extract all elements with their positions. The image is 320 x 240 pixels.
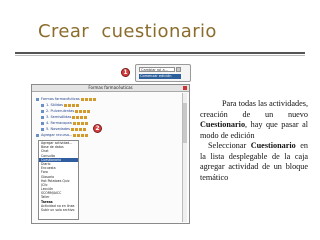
window-title: Formas farmacéuticas bbox=[32, 85, 189, 92]
close-icon[interactable] bbox=[183, 86, 187, 90]
edit-action-icon[interactable] bbox=[83, 109, 87, 113]
title-rule-shadow bbox=[15, 55, 305, 56]
tree-item-label: 3. Semisólidas bbox=[46, 115, 72, 119]
edit-action-icon[interactable] bbox=[71, 103, 75, 107]
slide: Crear cuestionario 1 Cambiar rol a... Co… bbox=[0, 0, 320, 240]
tree-item-label: 4. Farmacopea bbox=[46, 121, 72, 125]
add-activity-listbox[interactable]: Agregar actividad... Base de datos Chat Con… bbox=[38, 140, 79, 220]
title-rule bbox=[15, 52, 305, 54]
folder-icon bbox=[36, 133, 39, 137]
edit-action-icon[interactable] bbox=[63, 103, 67, 107]
tree-item-label: Formas farmacéuticas bbox=[41, 97, 80, 101]
edit-action-icon[interactable] bbox=[84, 115, 88, 119]
slide-title: Crear cuestionario bbox=[38, 21, 217, 42]
mini-screenshot: Cambiar rol a... Comenzar edición bbox=[135, 64, 191, 82]
edit-action-icon[interactable] bbox=[73, 133, 77, 137]
instruction-para-2: Seleccionar Cuestionario en la lista des… bbox=[200, 141, 309, 182]
edit-action-icon[interactable] bbox=[72, 115, 76, 119]
scrollbar[interactable] bbox=[182, 93, 187, 222]
edit-action-icon[interactable] bbox=[83, 127, 87, 131]
role-select[interactable]: Cambiar rol a... bbox=[139, 67, 175, 72]
edit-action-icon[interactable] bbox=[80, 121, 84, 125]
edit-action-icon[interactable] bbox=[75, 103, 79, 107]
edit-action-icon[interactable] bbox=[84, 121, 88, 125]
tree-item-label: 5. Novedades bbox=[46, 127, 71, 131]
edit-action-icon[interactable] bbox=[85, 133, 89, 137]
folder-icon bbox=[41, 127, 44, 131]
instruction-para-1: Para todas las actividades, creación de … bbox=[200, 99, 308, 140]
tree-item-label: 1. Sólidas bbox=[46, 103, 63, 107]
edit-action-icon[interactable] bbox=[77, 133, 81, 137]
window-title-text: Formas farmacéuticas bbox=[88, 85, 133, 90]
edit-action-icon[interactable] bbox=[88, 97, 92, 101]
tree-item-label: 2. Pulverulentas bbox=[46, 109, 75, 113]
edit-mode-button[interactable]: Comenzar edición bbox=[139, 74, 181, 79]
callout-marker-1: 1 bbox=[121, 68, 130, 77]
course-screenshot: Formas farmacéuticas Formas farmacéutica… bbox=[31, 84, 190, 224]
edit-action-icon[interactable] bbox=[80, 97, 84, 101]
scrollbar-thumb[interactable] bbox=[183, 103, 187, 143]
folder-icon bbox=[41, 109, 44, 113]
callout-marker-2: 2 bbox=[93, 124, 102, 133]
edit-action-icon[interactable] bbox=[67, 103, 71, 107]
edit-action-icon[interactable] bbox=[80, 115, 84, 119]
folder-icon bbox=[36, 97, 39, 101]
edit-action-icon[interactable] bbox=[81, 133, 85, 137]
edit-action-icon[interactable] bbox=[84, 97, 88, 101]
edit-action-icon[interactable] bbox=[87, 109, 91, 113]
edit-action-icon[interactable] bbox=[79, 109, 83, 113]
folder-icon bbox=[41, 103, 44, 107]
edit-action-icon[interactable] bbox=[92, 97, 96, 101]
chevron-down-icon[interactable] bbox=[176, 67, 181, 72]
tree-item-label: Agregar recurso... bbox=[41, 133, 73, 137]
edit-action-icon[interactable] bbox=[76, 115, 80, 119]
edit-action-icon[interactable] bbox=[75, 109, 79, 113]
folder-icon bbox=[41, 115, 44, 119]
folder-icon bbox=[41, 121, 44, 125]
edit-action-icon[interactable] bbox=[79, 127, 83, 131]
activity-option[interactable]: Subir un solo archivo bbox=[39, 208, 78, 212]
instruction-text: Para todas las actividades, creación de … bbox=[200, 99, 308, 183]
tree-item[interactable]: Agregar recurso... bbox=[36, 132, 96, 138]
edit-action-icon[interactable] bbox=[75, 127, 79, 131]
topic-tree: Formas farmacéuticas 1. Sólidas 2. Pulveru… bbox=[36, 96, 96, 138]
edit-action-icon[interactable] bbox=[72, 121, 76, 125]
edit-action-icon[interactable] bbox=[76, 121, 80, 125]
edit-action-icon[interactable] bbox=[71, 127, 75, 131]
